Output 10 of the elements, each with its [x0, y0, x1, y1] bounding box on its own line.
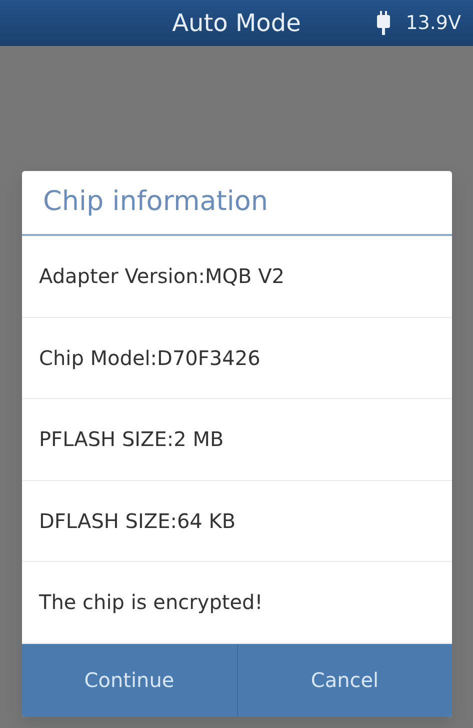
info-line: Adapter Version:MQB V2 [22, 236, 452, 318]
dialog-title: Chip information [22, 171, 452, 236]
screen-title: Auto Mode [172, 8, 301, 39]
dialog-button[interactable]: Cancel [236, 644, 452, 716]
voltage-reading: 13.9V [406, 10, 461, 36]
info-line: PFLASH SIZE:2 MB [22, 399, 452, 480]
dialog-button[interactable]: Continue [22, 644, 236, 716]
info-line: DFLASH SIZE:64 KB [22, 480, 452, 562]
info-line: Chip Model:D70F3426 [22, 318, 452, 399]
plug-icon [376, 11, 390, 35]
